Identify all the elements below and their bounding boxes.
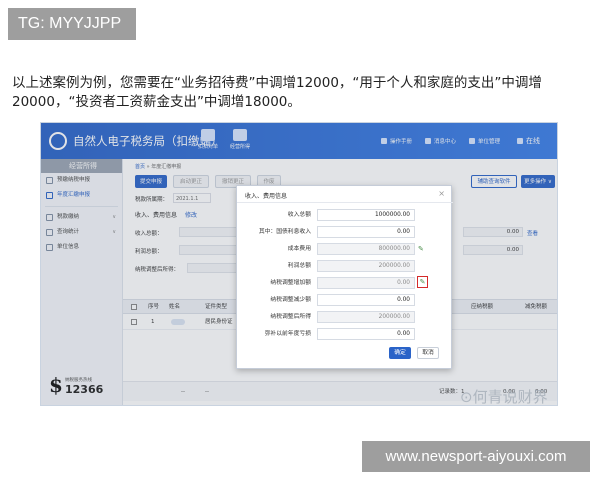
dialog-label: 纳税调整减少额 [270, 297, 311, 303]
pencil-edit-icon[interactable]: ✎ [417, 276, 428, 288]
dialog-label: 纳税调整增加额 [270, 280, 311, 286]
dialog-label: 弥补以前年度亏损 [264, 331, 311, 337]
adjust-decrease-input[interactable]: 0.00 [317, 294, 415, 306]
dialog-row-adjust-increase: 纳税调整增加额 0.00 ✎ [237, 276, 453, 291]
pencil-edit-icon[interactable]: ✎ [418, 244, 424, 254]
income-expense-dialog: 收入、费用信息 × 收入总额 1000000.00 其中：国债利息收入 0.00… [236, 185, 453, 369]
channel-tag: TG: MYYJJPP [8, 8, 136, 40]
tax-app-window: 自然人电子税务局（扣缴端） 扣扣对单 经营所得 操作手册 消息中心 单位管理 在… [40, 122, 558, 406]
cost-field: 800000.00 [317, 243, 415, 255]
income-input[interactable]: 1000000.00 [317, 209, 415, 221]
dialog-label: 纳税调整后所得 [270, 314, 311, 320]
adjusted-income-field: 200000.00 [317, 311, 415, 323]
dialog-row-adjusted-income: 纳税调整后所得 200000.00 [237, 311, 453, 325]
dialog-label: 利润总额 [287, 263, 311, 269]
adjust-increase-field: 0.00 [317, 277, 415, 289]
bond-interest-input[interactable]: 0.00 [317, 226, 415, 238]
confirm-button[interactable]: 确定 [389, 347, 411, 359]
dialog-divider [237, 202, 453, 203]
author-watermark: ⊙何青说财界 [460, 388, 548, 406]
dialog-row-bond-interest: 其中：国债利息收入 0.00 [237, 226, 453, 240]
dialog-row-profit: 利润总额 200000.00 [237, 260, 453, 274]
intro-text: 以上述案例为例，您需要在“业务招待费”中调增12000，“用于个人和家庭的支出”… [12, 75, 542, 110]
dialog-label: 其中：国债利息收入 [258, 229, 311, 235]
dialog-row-loss-offset: 弥补以前年度亏损 0.00 [237, 328, 453, 342]
profit-field: 200000.00 [317, 260, 415, 272]
url-tag: www.newsport-aiyouxi.com [362, 441, 590, 472]
dialog-row-adjust-decrease: 纳税调整减少额 0.00 [237, 294, 453, 308]
dialog-row-income: 收入总额 1000000.00 [237, 209, 453, 223]
loss-offset-input[interactable]: 0.00 [317, 328, 415, 340]
cancel-button[interactable]: 取消 [417, 347, 439, 359]
close-icon[interactable]: × [438, 189, 445, 198]
dialog-label: 收入总额 [287, 212, 311, 218]
dialog-title: 收入、费用信息 [245, 193, 288, 200]
dialog-row-cost: 成本费用 800000.00 ✎ [237, 243, 453, 257]
dialog-label: 成本费用 [287, 246, 311, 252]
